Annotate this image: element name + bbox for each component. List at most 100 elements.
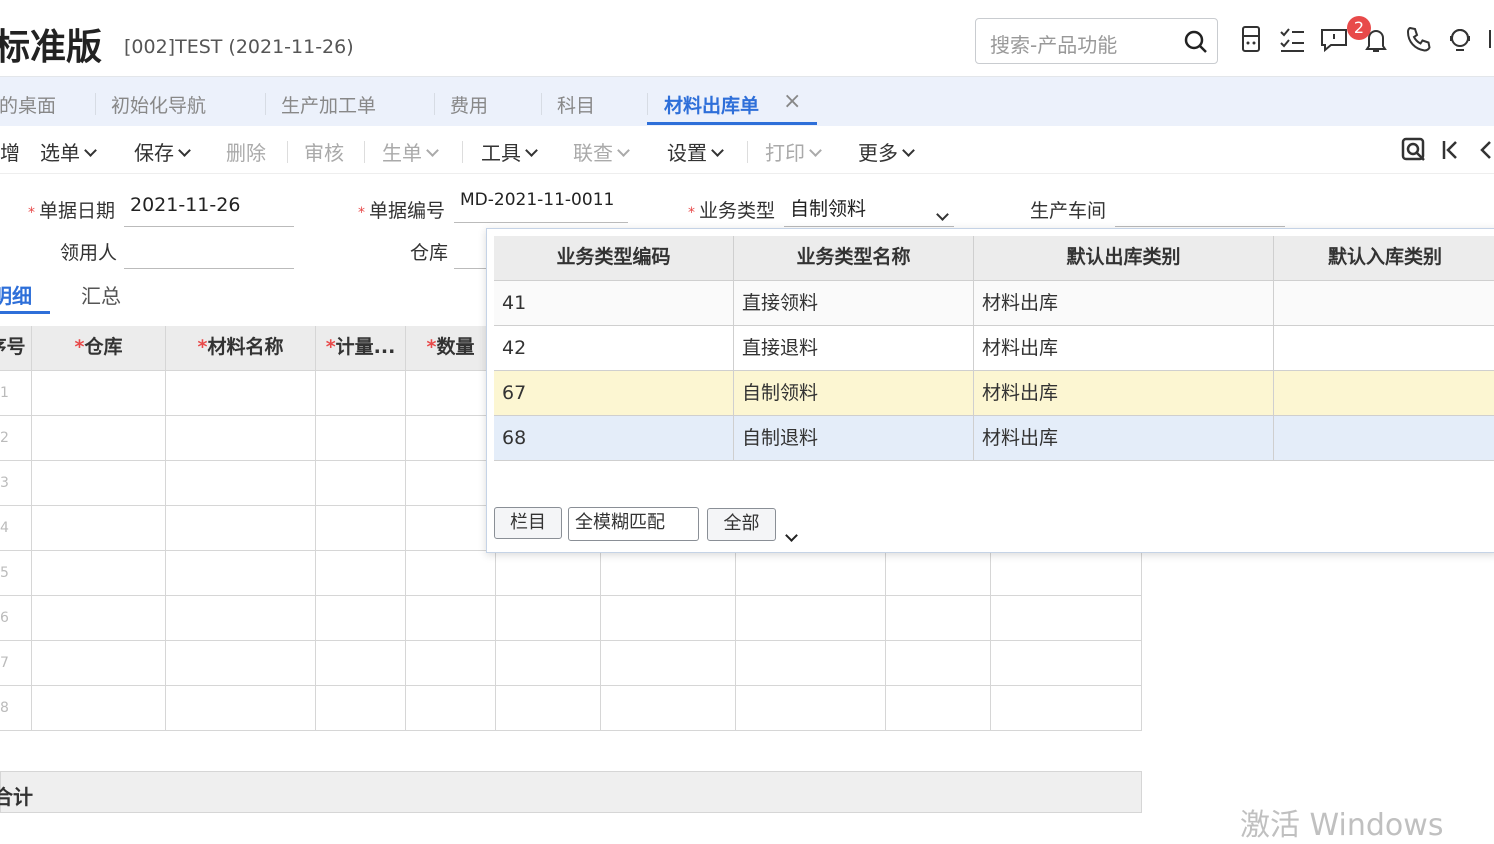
grid-cell[interactable]	[406, 596, 496, 641]
tab-expense[interactable]: 费用	[450, 91, 488, 118]
grid-cell[interactable]	[166, 641, 316, 686]
tab-production-order[interactable]: 生产加工单	[281, 91, 376, 118]
grid-cell[interactable]	[496, 596, 601, 641]
grid-cell[interactable]	[32, 461, 166, 506]
tab-subject[interactable]: 科目	[557, 91, 595, 118]
grid-cell[interactable]	[406, 641, 496, 686]
grid-cell[interactable]	[32, 641, 166, 686]
grid-cell[interactable]	[32, 506, 166, 551]
recipient-field[interactable]	[124, 232, 294, 269]
tab-detail[interactable]: 明细	[0, 280, 32, 309]
grid-cell[interactable]	[991, 551, 1142, 596]
grid-cell[interactable]	[406, 506, 496, 551]
grid-cell[interactable]	[166, 596, 316, 641]
grid-cell[interactable]	[886, 686, 991, 731]
show-all-button[interactable]: 全部	[707, 508, 776, 541]
dropdown-option-cell[interactable]	[1274, 416, 1494, 461]
match-mode-select[interactable]: 全模糊匹配	[568, 507, 798, 542]
dropdown-option-cell[interactable]	[1274, 326, 1494, 371]
grid-cell[interactable]	[406, 461, 496, 506]
grid-cell[interactable]	[601, 686, 736, 731]
grid-cell[interactable]	[886, 596, 991, 641]
grid-cell[interactable]	[736, 551, 886, 596]
phone-icon[interactable]	[1403, 24, 1433, 54]
grid-cell[interactable]	[316, 596, 406, 641]
grid-cell[interactable]	[886, 641, 991, 686]
grid-cell[interactable]	[316, 416, 406, 461]
grid-cell[interactable]	[601, 551, 736, 596]
grid-cell[interactable]	[496, 686, 601, 731]
support-icon[interactable]	[1445, 24, 1475, 54]
grid-cell[interactable]	[166, 416, 316, 461]
dropdown-option-cell[interactable]: 41	[494, 281, 734, 326]
first-record-icon[interactable]	[1440, 139, 1460, 161]
grid-cell[interactable]	[166, 551, 316, 596]
grid-cell[interactable]	[316, 506, 406, 551]
grid-cell[interactable]	[406, 416, 496, 461]
grid-cell[interactable]	[601, 641, 736, 686]
audit-button[interactable]: 审核	[304, 137, 344, 166]
dropdown-option-cell[interactable]: 材料出库	[974, 326, 1274, 371]
generate-button[interactable]: 生单	[382, 137, 439, 166]
dropdown-option-cell[interactable]: 自制领料	[734, 371, 974, 416]
grid-cell[interactable]	[991, 596, 1142, 641]
grid-cell[interactable]	[32, 551, 166, 596]
grid-cell[interactable]	[32, 596, 166, 641]
tab-summary[interactable]: 汇总	[81, 280, 121, 309]
grid-cell[interactable]	[166, 506, 316, 551]
dropdown-option-cell[interactable]	[1274, 281, 1494, 326]
dropdown-option-cell[interactable]: 67	[494, 371, 734, 416]
linked-query-button[interactable]: 联查	[573, 137, 630, 166]
more-button[interactable]: 更多	[858, 137, 915, 166]
delete-button[interactable]: 删除	[226, 137, 266, 166]
grid-cell[interactable]	[736, 641, 886, 686]
biz-type-select[interactable]: 自制领料	[784, 190, 954, 227]
dropdown-option-cell[interactable]: 42	[494, 326, 734, 371]
settings-button[interactable]: 设置	[667, 137, 724, 166]
doc-date-field[interactable]: 2021-11-26	[124, 190, 294, 227]
menu-edge-icon[interactable]	[1486, 24, 1494, 54]
grid-cell[interactable]	[496, 641, 601, 686]
grid-cell[interactable]	[736, 686, 886, 731]
chevron-down-icon[interactable]	[936, 208, 949, 221]
grid-cell[interactable]	[166, 461, 316, 506]
dropdown-option-cell[interactable]: 材料出库	[974, 416, 1274, 461]
search-icon[interactable]	[1183, 29, 1209, 55]
grid-cell[interactable]	[991, 686, 1142, 731]
columns-button[interactable]: 栏目	[494, 507, 562, 539]
new-button[interactable]: 新增	[0, 137, 20, 166]
calculator-icon[interactable]	[1236, 24, 1266, 54]
grid-cell[interactable]	[316, 371, 406, 416]
grid-cell[interactable]	[736, 596, 886, 641]
tools-button[interactable]: 工具	[481, 137, 538, 166]
doc-no-field[interactable]: MD-2021-11-0011	[454, 186, 628, 223]
workshop-field[interactable]	[1115, 190, 1285, 227]
select-button[interactable]: 选单	[40, 137, 97, 166]
dropdown-option-cell[interactable]: 68	[494, 416, 734, 461]
grid-cell[interactable]	[316, 641, 406, 686]
grid-cell[interactable]	[406, 371, 496, 416]
previous-record-icon[interactable]	[1476, 139, 1494, 161]
grid-cell[interactable]	[32, 686, 166, 731]
dropdown-option-cell[interactable]: 直接退料	[734, 326, 974, 371]
grid-cell[interactable]	[601, 596, 736, 641]
dropdown-option-cell[interactable]	[1274, 371, 1494, 416]
dropdown-option-cell[interactable]: 材料出库	[974, 281, 1274, 326]
grid-cell[interactable]	[406, 686, 496, 731]
dropdown-option-cell[interactable]: 直接领料	[734, 281, 974, 326]
grid-cell[interactable]	[496, 551, 601, 596]
save-button[interactable]: 保存	[134, 137, 191, 166]
grid-cell[interactable]	[166, 371, 316, 416]
message-icon[interactable]	[1319, 24, 1349, 54]
task-list-icon[interactable]	[1277, 24, 1307, 54]
dropdown-option-cell[interactable]: 自制退料	[734, 416, 974, 461]
grid-cell[interactable]	[316, 461, 406, 506]
search-box[interactable]: 搜索-产品功能	[975, 18, 1218, 64]
grid-cell[interactable]	[406, 551, 496, 596]
preview-icon[interactable]	[1401, 137, 1427, 163]
grid-cell[interactable]	[32, 371, 166, 416]
print-button[interactable]: 打印	[765, 137, 822, 166]
grid-cell[interactable]	[886, 551, 991, 596]
tab-init-guide[interactable]: 初始化导航	[111, 91, 206, 118]
tab-material-issue[interactable]: 材料出库单	[664, 91, 759, 118]
